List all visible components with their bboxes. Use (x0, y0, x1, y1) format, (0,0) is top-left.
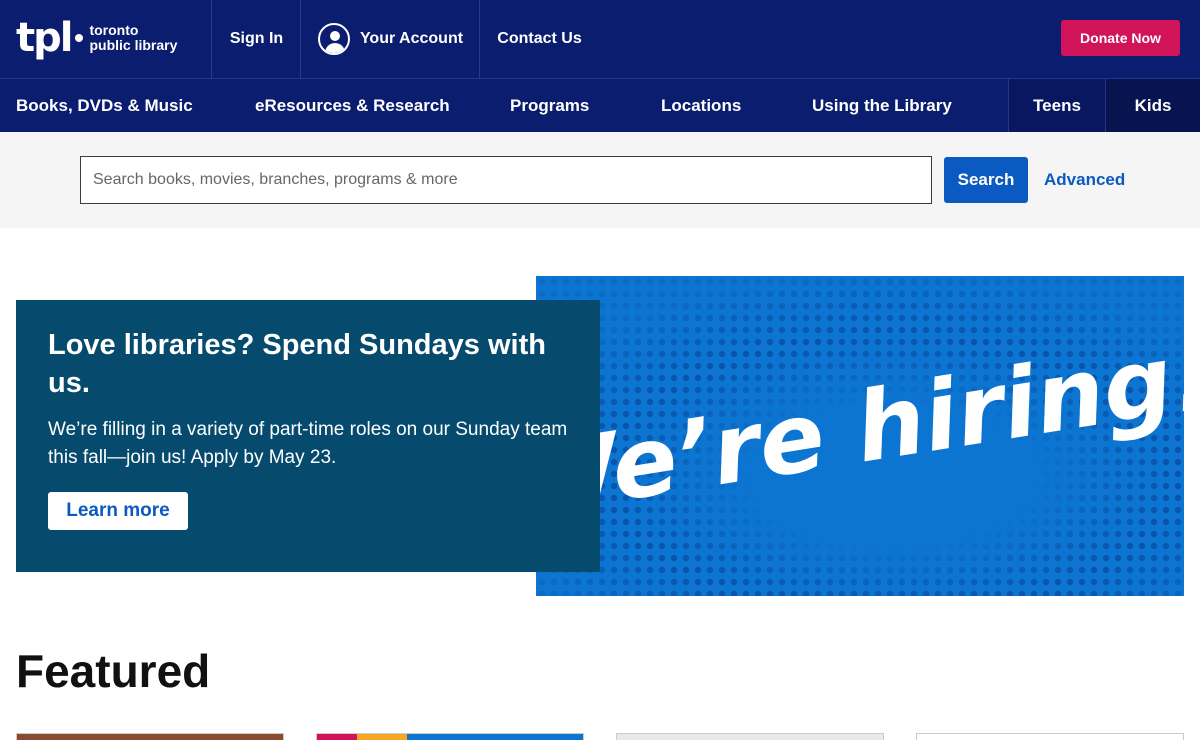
nav-teens[interactable]: Teens (1008, 79, 1105, 132)
hiring-banner-graphic: We’re hiring! (536, 276, 1184, 596)
advanced-search-link[interactable]: Advanced (1044, 157, 1125, 203)
nav-kids[interactable]: Kids (1105, 79, 1200, 132)
contact-us-label: Contact Us (497, 30, 582, 47)
logo-wordmark: toronto public library (89, 23, 177, 53)
hero-description: We’re filling in a variety of part-time … (48, 419, 568, 468)
featured-card[interactable] (316, 733, 584, 740)
your-account-label: Your Account (359, 30, 464, 47)
sign-in-label: Sign In (229, 30, 284, 47)
featured-card[interactable] (16, 733, 284, 740)
sign-in-link[interactable]: Sign In (211, 0, 301, 78)
hiring-banner-image[interactable]: We’re hiring! (536, 276, 1184, 596)
hero-title: Love libraries? Spend Sundays with us. (48, 329, 546, 399)
hero-promo-card: Love libraries? Spend Sundays with us. W… (16, 300, 600, 572)
nav-programs[interactable]: Programs (510, 79, 589, 132)
main-navigation: Books, DVDs & Music eResources & Researc… (0, 78, 1200, 132)
featured-card[interactable] (916, 733, 1184, 740)
logo-dot (75, 34, 84, 42)
featured-card[interactable] (616, 733, 884, 740)
logo-line-2: public library (89, 37, 178, 53)
your-account-link[interactable]: Your Account (300, 0, 480, 78)
search-band: Search Advanced (0, 132, 1200, 228)
utility-bar: tpl toronto public library Sign In Your … (0, 0, 1200, 78)
nav-using-the-library[interactable]: Using the Library (812, 79, 952, 132)
nav-books-dvds-music[interactable]: Books, DVDs & Music (16, 79, 193, 132)
nav-eresources-research[interactable]: eResources & Research (255, 79, 450, 132)
logo-line-1: toronto (89, 22, 139, 38)
featured-heading: Featured (16, 645, 211, 697)
tpl-logo[interactable]: tpl toronto public library (16, 16, 177, 60)
contact-us-link[interactable]: Contact Us (479, 0, 599, 78)
donate-now-button[interactable]: Donate Now (1061, 20, 1180, 56)
user-account-icon (317, 23, 350, 55)
learn-more-button[interactable]: Learn more (48, 492, 188, 530)
search-button[interactable]: Search (944, 157, 1028, 203)
nav-locations[interactable]: Locations (661, 79, 741, 132)
search-input[interactable] (80, 156, 932, 204)
logo-mark: tpl (16, 15, 73, 61)
